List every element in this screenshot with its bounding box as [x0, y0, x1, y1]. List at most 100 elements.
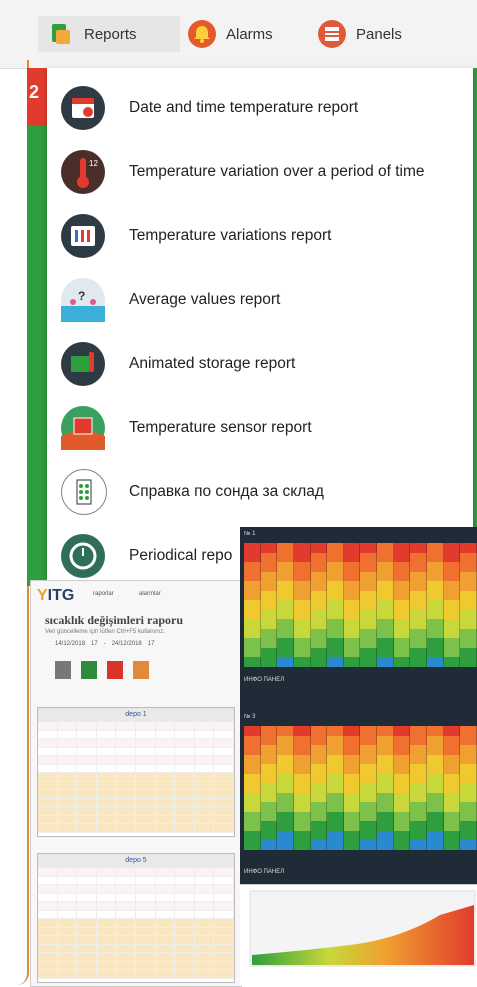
heatmap-cell [460, 726, 477, 736]
pdf-icon[interactable] [107, 661, 123, 679]
heatmap-row [244, 792, 477, 802]
grid-cell [57, 961, 78, 970]
heatmap-cell [393, 783, 411, 793]
grid-row [38, 730, 234, 739]
grid-cell [96, 893, 117, 902]
heatmap-cell [443, 754, 461, 764]
periodical-report-icon [61, 534, 105, 578]
storage-icon[interactable] [133, 661, 149, 679]
grid-cell [96, 953, 117, 962]
tab-panels[interactable]: Panels [318, 16, 402, 52]
heatmap-cell [393, 590, 411, 600]
grid-cell [155, 893, 176, 902]
heatmap-cell [427, 619, 444, 629]
heatmap-cell [410, 628, 428, 638]
heatmap-row [244, 754, 477, 764]
menu-item-label: Справка по сонда за склад [129, 483, 324, 500]
grid-cell [116, 815, 136, 824]
grid-cell [135, 773, 156, 782]
grid-cell [214, 961, 234, 970]
heatmap-row [244, 552, 477, 562]
grid-cell [135, 927, 156, 936]
menu-item-animated-storage[interactable]: Animated storage report [47, 332, 473, 396]
heatmap-row [244, 657, 477, 667]
grid-cell [155, 970, 176, 979]
grid-cell [194, 910, 215, 919]
grid-row [38, 807, 234, 816]
menu-item-warehouse-probe[interactable]: Справка по сонда за склад [47, 460, 473, 524]
print-icon[interactable] [55, 661, 71, 679]
heatmap-cell [260, 811, 278, 821]
heatmap-cell [460, 840, 477, 850]
grid-cell [116, 885, 136, 894]
heatmap-cell [427, 802, 444, 812]
grid-cell [194, 781, 215, 790]
grid-cell [57, 798, 78, 807]
heatmap-cell [410, 647, 428, 657]
temperature-variations-icon [61, 214, 105, 258]
grid-row [38, 910, 234, 919]
heatmap-cell [360, 821, 378, 831]
heatmap-cell [360, 840, 378, 850]
heatmap-cell [377, 619, 394, 629]
heatmap-cell [427, 792, 444, 802]
heatmap-cell [410, 735, 428, 745]
grid-cell [194, 807, 215, 816]
grid-cell [57, 722, 78, 731]
heatmap-cell [244, 840, 261, 850]
heatmap-cell [244, 581, 261, 591]
heatmap-cell [343, 792, 361, 802]
grid-cell [214, 936, 234, 945]
heatmap-cell [293, 628, 311, 638]
menu-item-variations-report[interactable]: Temperature variations report [47, 204, 473, 268]
tab-alarms[interactable]: Alarms [188, 16, 273, 52]
temperature-sensor-icon [61, 406, 105, 450]
heatmap-cell [244, 638, 261, 648]
grid-cell [116, 739, 136, 748]
grid-cell [116, 910, 136, 919]
grid-cell [175, 944, 195, 953]
grid-cell [214, 910, 234, 919]
heatmap-cell [310, 745, 328, 755]
heatmap-row [244, 802, 477, 812]
grid-row [38, 747, 234, 756]
grid-cell [96, 885, 117, 894]
depo-5-grid: depo 5 [37, 853, 235, 983]
heatmap-row [244, 600, 477, 610]
heatmap-cell [310, 802, 328, 812]
heatmap-cell [377, 571, 394, 581]
grid-cell [194, 739, 215, 748]
heatmap-cell [460, 745, 477, 755]
grid-cell [175, 747, 195, 756]
grid-cell [57, 824, 78, 833]
grid-cell [175, 936, 195, 945]
menu-item-date-time-report[interactable]: Date and time temperature report [47, 76, 473, 140]
menu-item-average-values[interactable]: ? Average values report [47, 268, 473, 332]
heatmap-cell [393, 811, 411, 821]
grid-row [38, 764, 234, 773]
menu-item-label: Date and time temperature report [129, 99, 359, 116]
grid-cell [155, 764, 176, 773]
heatmap-cell [427, 773, 444, 783]
menu-item-variation-period[interactable]: 12 Temperature variation over a period o… [47, 140, 473, 204]
excel-icon[interactable] [81, 661, 97, 679]
grid-cell [116, 730, 136, 739]
menu-item-sensor-report[interactable]: Temperature sensor report [47, 396, 473, 460]
heatmap-row [244, 609, 477, 619]
heatmap-cell [343, 590, 361, 600]
heatmap-cell [343, 754, 361, 764]
heatmap-cell [427, 628, 444, 638]
grid-cell [38, 798, 58, 807]
grid-cell [116, 961, 136, 970]
heatmap-cell [460, 735, 477, 745]
grid-cell [175, 824, 195, 833]
export-icons [55, 661, 149, 679]
heatmap-row [244, 638, 477, 648]
heatmap-cell [360, 600, 378, 610]
heatmap-cell [460, 773, 477, 783]
heatmap-cell [277, 821, 294, 831]
heatmap-cell [360, 590, 378, 600]
tab-reports[interactable]: Reports [38, 16, 180, 52]
heatmap-cell [293, 764, 311, 774]
heatmap-cell [377, 745, 394, 755]
